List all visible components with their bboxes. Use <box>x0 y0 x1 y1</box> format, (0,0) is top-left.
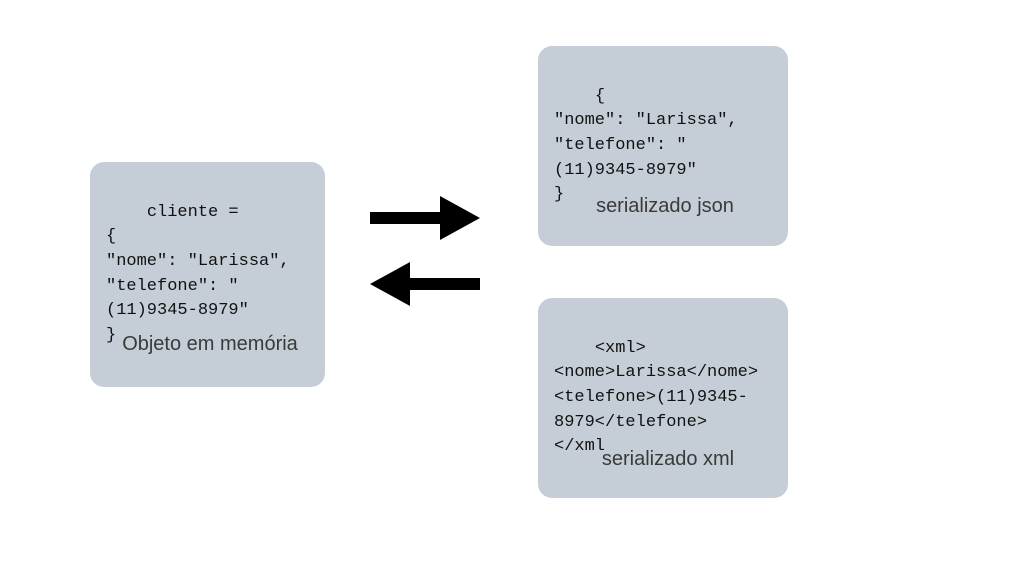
memory-object-caption: Objeto em memória <box>110 333 310 356</box>
memory-object-code: cliente = { "nome": "Larissa", "telefone… <box>106 203 290 345</box>
xml-serialized-caption: serializado xml <box>588 448 748 471</box>
xml-serialized-code: <xml> <nome>Larissa</nome> <telefone>(11… <box>554 339 758 457</box>
json-serialized-caption: serializado json <box>580 195 750 218</box>
arrow-right-icon <box>370 196 480 240</box>
json-serialized-code: { "nome": "Larissa", "telefone": " (11)9… <box>554 87 738 205</box>
diagram-canvas: cliente = { "nome": "Larissa", "telefone… <box>0 0 1024 576</box>
arrow-left-icon <box>370 262 480 306</box>
